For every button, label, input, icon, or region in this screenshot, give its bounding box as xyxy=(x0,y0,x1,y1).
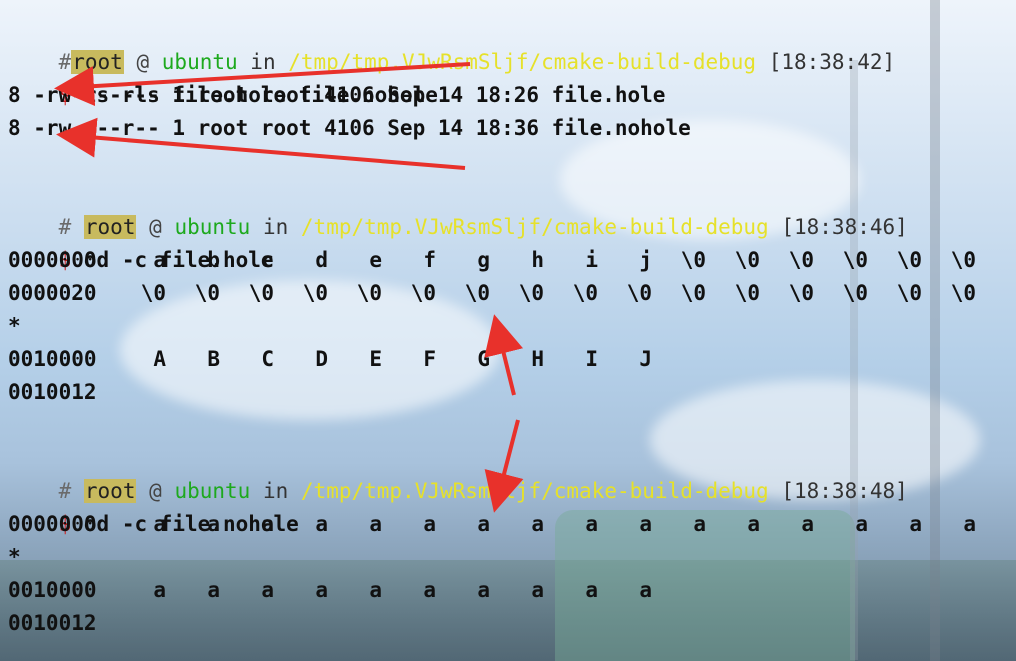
arrow-annotation xyxy=(54,62,471,107)
terminal[interactable]: #root @ ubuntu in /tmp/tmp.VJwRsmSljf/cm… xyxy=(0,0,1016,661)
arrow-annotation xyxy=(484,419,524,513)
arrow-annotation xyxy=(56,117,466,170)
annotation-arrows xyxy=(54,62,524,513)
arrow-annotation xyxy=(484,314,524,396)
